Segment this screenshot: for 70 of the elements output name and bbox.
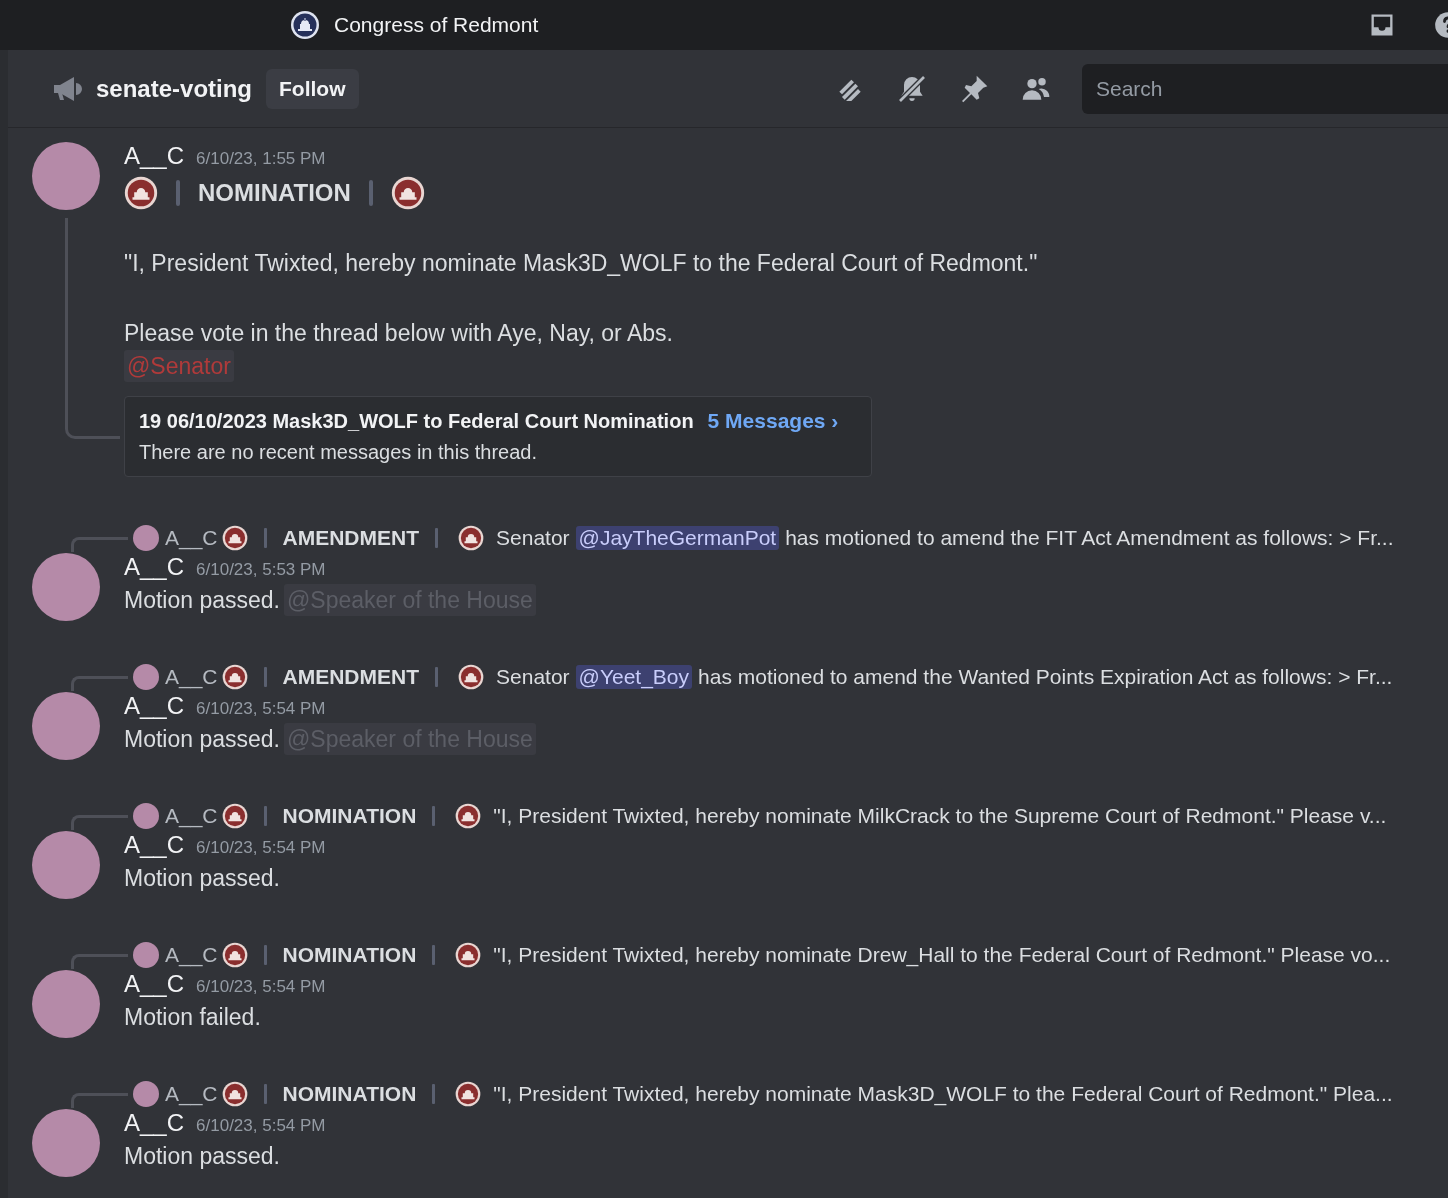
seal-icon bbox=[390, 176, 425, 210]
reply-heading: AMENDMENT bbox=[282, 526, 420, 550]
message-text: Motion passed. bbox=[124, 864, 280, 893]
reply-avatar[interactable] bbox=[133, 664, 159, 690]
message-text: "I, President Twixted, hereby nominate Mask3D_WOLF to the Federal Court of Redmont." bbox=[124, 249, 1039, 278]
reply-avatar[interactable] bbox=[133, 942, 159, 968]
seal-icon bbox=[458, 525, 485, 551]
message-text: Motion passed. bbox=[124, 725, 280, 754]
timestamp: 6/10/23, 5:54 PM bbox=[196, 838, 326, 858]
reply-connector-line bbox=[71, 815, 128, 830]
reply-author[interactable]: A__C bbox=[165, 665, 218, 689]
seal-icon bbox=[221, 803, 248, 829]
reply-connector-line bbox=[71, 1093, 128, 1108]
message-text: Motion passed. bbox=[124, 586, 280, 615]
author-name[interactable]: A__C bbox=[124, 970, 185, 998]
author-name[interactable]: A__C bbox=[124, 692, 185, 720]
reply-heading: NOMINATION bbox=[282, 943, 417, 967]
reply-author[interactable]: A__C bbox=[165, 526, 218, 550]
reply-author[interactable]: A__C bbox=[165, 1082, 218, 1106]
seal-icon bbox=[221, 525, 248, 551]
thread-title: 19 06/10/2023 Mask3D_WOLF to Federal Court Nomination bbox=[139, 410, 694, 433]
reply-avatar[interactable] bbox=[133, 525, 159, 551]
timestamp: 6/10/23, 5:54 PM bbox=[196, 699, 326, 719]
reply-author[interactable]: A__C bbox=[165, 804, 218, 828]
seal-icon bbox=[124, 176, 158, 210]
message-text: Please vote in the thread below with Aye, Nay, or Abs. bbox=[124, 319, 674, 348]
message-text: Motion failed. bbox=[124, 1003, 261, 1032]
capitol-icon bbox=[290, 10, 320, 40]
follow-button[interactable]: Follow bbox=[266, 68, 359, 109]
seal-icon bbox=[455, 1081, 482, 1107]
author-name[interactable]: A__C bbox=[124, 831, 185, 859]
reply-text: has motioned to amend the Wanted Points Expiration Act as follows: > Fr... bbox=[698, 665, 1393, 689]
seal-icon bbox=[221, 664, 248, 690]
reply-text: Senator bbox=[496, 526, 570, 550]
seal-icon bbox=[221, 1081, 248, 1107]
reply-heading: AMENDMENT bbox=[282, 665, 420, 689]
reply-connector-line bbox=[71, 537, 128, 552]
timestamp: 6/10/23, 1:55 PM bbox=[196, 149, 326, 169]
seal-icon bbox=[458, 664, 485, 690]
message-heading: NOMINATION bbox=[198, 179, 351, 207]
seal-icon bbox=[221, 942, 248, 968]
reply-text: Senator bbox=[496, 665, 570, 689]
thread-messages-link[interactable]: 5 Messages › bbox=[707, 409, 839, 433]
server-title: Congress of Redmont bbox=[334, 13, 539, 37]
timestamp: 6/10/23, 5:53 PM bbox=[196, 560, 326, 580]
reply-heading: NOMINATION bbox=[282, 1082, 417, 1106]
timestamp: 6/10/23, 5:54 PM bbox=[196, 977, 326, 997]
reply-text: has motioned to amend the FIT Act Amendment as follows: > Fr... bbox=[785, 526, 1394, 550]
reply-text: "I, President Twixted, hereby nominate Drew_Hall to the Federal Court of Redmont." Please vo... bbox=[493, 943, 1391, 967]
timestamp: 6/10/23, 5:54 PM bbox=[196, 1116, 326, 1136]
seal-icon bbox=[455, 942, 482, 968]
reply-heading: NOMINATION bbox=[282, 804, 417, 828]
reply-text: "I, President Twixted, hereby nominate MilkCrack to the Supreme Court of Redmont." Please v... bbox=[493, 804, 1387, 828]
user-mention[interactable]: @Yeet_Boy bbox=[575, 665, 693, 689]
reply-text: "I, President Twixted, hereby nominate Mask3D_WOLF to the Federal Court of Redmont." Plea... bbox=[493, 1082, 1393, 1106]
thread-preview: There are no recent messages in this thread. bbox=[139, 441, 538, 464]
megaphone-icon bbox=[52, 75, 82, 102]
author-name[interactable]: A__C bbox=[124, 1109, 185, 1137]
author-name[interactable]: A__C bbox=[124, 553, 185, 581]
user-mention[interactable]: @JayTheGermanPot bbox=[575, 526, 780, 550]
reply-author[interactable]: A__C bbox=[165, 943, 218, 967]
seal-icon bbox=[455, 803, 482, 829]
author-name[interactable]: A__C bbox=[124, 142, 185, 170]
search-field[interactable]: Search bbox=[1082, 63, 1448, 114]
reply-avatar[interactable] bbox=[133, 1081, 159, 1107]
reply-connector-line bbox=[71, 676, 128, 691]
message-text: Motion passed. bbox=[124, 1142, 280, 1171]
reply-avatar[interactable] bbox=[133, 803, 159, 829]
channel-name: senate-voting bbox=[96, 74, 253, 103]
reply-connector-line bbox=[71, 954, 128, 969]
